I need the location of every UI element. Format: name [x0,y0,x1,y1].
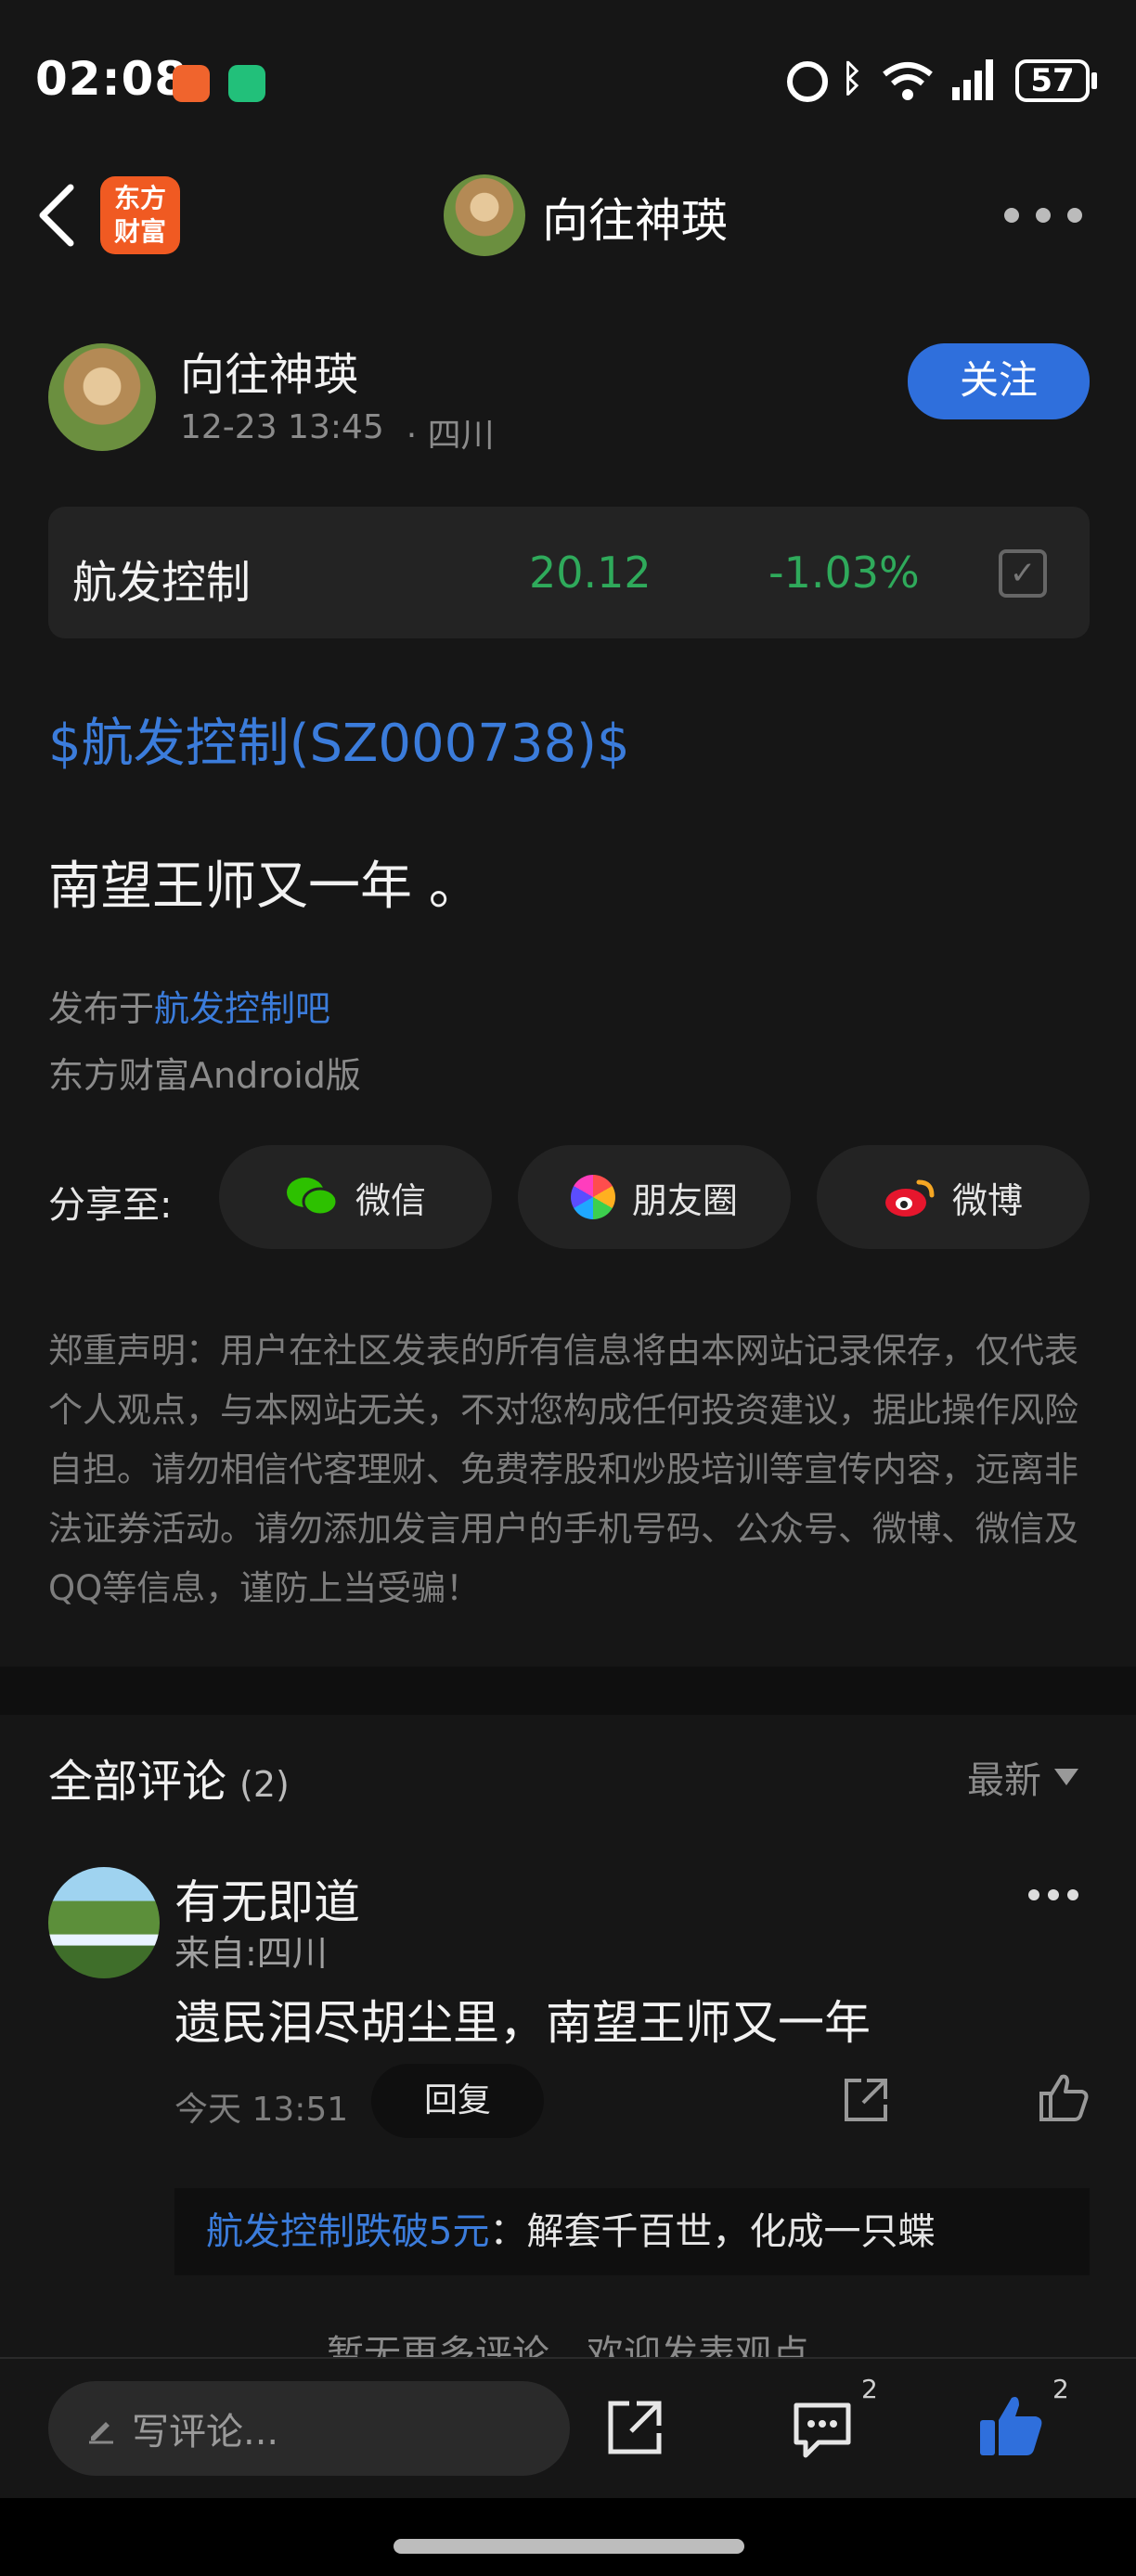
comment-input[interactable]: 写评论... [48,2381,570,2476]
commenter-name[interactable]: 有无即道 [174,1865,360,1932]
share-moments-button[interactable]: 朋友圈 [518,1145,791,1249]
stock-name: 航发控制 [72,557,252,609]
published-prefix: 发布于 [48,988,155,1029]
share-weibo-button[interactable]: 微博 [817,1145,1090,1249]
home-indicator[interactable] [394,2539,744,2554]
signal-icon [952,59,993,100]
pencil-icon [89,2422,113,2444]
comment-text: 遗民泪尽胡尘里，南望王师又一年 [174,1996,871,2050]
author-avatar[interactable] [48,343,156,451]
comment-input-placeholder: 写评论... [132,2411,279,2454]
sub-reply-box[interactable]: 航发控制跌破5元：解套千百世，化成一只蝶 [174,2188,1090,2275]
comment-share-icon[interactable] [841,2075,891,2125]
stock-price: 20.12 [529,547,652,598]
disclaimer-text: 郑重声明：用户在社区发表的所有信息将由本网站记录保存，仅代表个人观点，与本网站无… [48,1331,1078,1608]
comments-icon[interactable] [791,2400,854,2461]
dropdown-triangle-icon [1054,1769,1078,1785]
app-logo-line1: 东方 [113,183,166,213]
share-icon[interactable] [605,2398,665,2457]
wechat-icon [286,1178,339,1217]
status-time: 02:08 [35,52,188,106]
share-moments-label: 朋友圈 [631,1179,738,1221]
battery-icon: 57 [1015,59,1090,102]
author-name[interactable]: 向往神瑛 [180,338,358,403]
commenter-avatar[interactable] [48,1867,160,1978]
share-weibo-label: 微博 [951,1179,1023,1221]
client-info: 东方财富Android版 [48,1055,361,1096]
stock-card[interactable]: 航发控制 20.12 -1.03% ✓ [48,507,1090,638]
commenter-location: 来自:四川 [174,1933,328,1974]
sub-reply-text: ：解套千百世，化成一只蝶 [489,2210,936,2253]
sort-dropdown[interactable]: 最新 [967,1750,1080,1804]
comments-count-badge: 2 [861,2374,878,2404]
header-avatar[interactable] [444,174,525,256]
comments-title: 全部评论 [48,1756,227,1808]
app-logo[interactable]: 东方 财富 [100,176,180,254]
app-logo-line2: 财富 [113,216,166,247]
comments-count: (2) [239,1764,290,1805]
likes-count-badge: 2 [1052,2374,1069,2404]
add-watchlist-checkbox-icon[interactable]: ✓ [999,549,1047,598]
weibo-icon [884,1179,935,1217]
battery-tip [1091,72,1097,89]
sort-label: 最新 [967,1759,1041,1802]
post-time: 12-23 13:45 [180,408,384,446]
back-icon[interactable] [35,182,78,249]
share-wechat-label: 微信 [355,1179,426,1221]
share-label: 分享至: [48,1184,173,1227]
reply-button[interactable]: 回复 [371,2064,544,2138]
bluetooth-icon: ᛒ [841,58,863,100]
nav-bar [0,2498,1136,2576]
alarm-icon [787,61,828,102]
stock-change: -1.03% [768,547,920,598]
stock-cashtag-link[interactable]: $航发控制(SZ000738)$ [48,702,630,777]
comment-like-icon[interactable] [1038,2071,1090,2123]
comment-more-icon[interactable] [1028,1889,1078,1902]
comment-time: 今天 13:51 [174,2091,349,2129]
more-menu-icon[interactable] [1004,208,1082,226]
like-icon[interactable] [976,2392,1045,2459]
sub-reply-user[interactable]: 航发控制跌破5元 [206,2210,489,2253]
follow-button[interactable]: 关注 [908,343,1090,419]
battery-level: 57 [1030,62,1075,99]
notification-chat-icon [228,65,265,102]
section-divider [0,1667,1136,1715]
wifi-icon [883,62,933,100]
post-location: · 四川 [406,417,495,455]
moments-icon [570,1175,615,1219]
share-wechat-button[interactable]: 微信 [219,1145,492,1249]
board-link[interactable]: 航发控制吧 [154,988,330,1029]
post-content: 南望王师又一年 。 [48,857,481,917]
notification-app-icon [173,65,210,102]
header-title: 向往神瑛 [542,194,728,248]
